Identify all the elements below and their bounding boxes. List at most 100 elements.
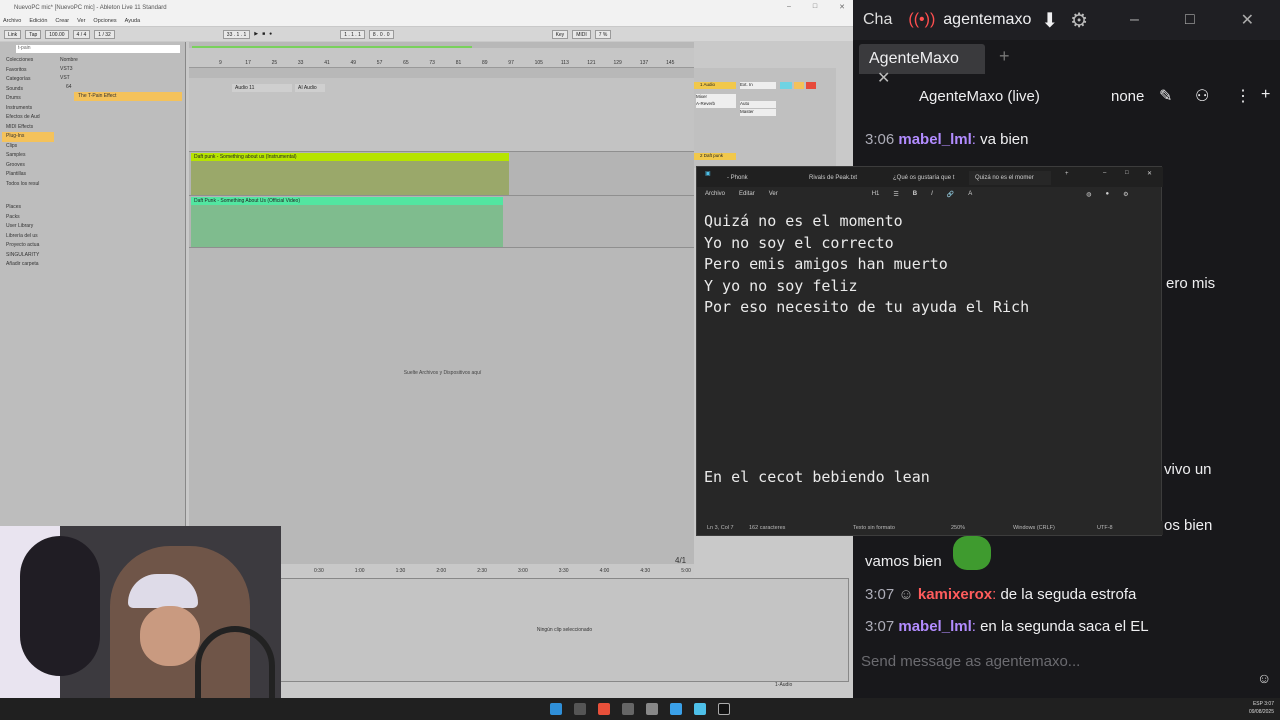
list-icon[interactable]: ☰ (893, 191, 898, 198)
track-header-1-audio[interactable]: 1 Audio (694, 82, 736, 89)
browser-item[interactable]: Librería del us (2, 232, 54, 242)
brave-icon[interactable] (598, 703, 610, 715)
minimize-icon[interactable]: – (787, 3, 791, 11)
gear-icon[interactable]: ⚙ (1070, 8, 1088, 33)
encoding[interactable]: UTF-8 (1097, 525, 1113, 531)
browser-item[interactable]: Drums (2, 94, 54, 104)
menu-edicion[interactable]: Edición (29, 18, 47, 24)
key-map-button[interactable]: Key (551, 29, 569, 39)
browser-item[interactable]: User Library (2, 222, 54, 232)
browser-search-input[interactable]: t-pain (16, 45, 180, 53)
browser-item[interactable]: Proyecto actua (2, 241, 54, 251)
settings-icon[interactable]: ⚙ (1123, 191, 1128, 198)
clock-date[interactable]: 09/08/2025 (1249, 709, 1274, 715)
menu-crear[interactable]: Crear (55, 18, 69, 24)
zoom-level[interactable]: 250% (951, 525, 965, 531)
minimize-icon[interactable]: – (1130, 11, 1139, 29)
browser-item[interactable]: Favoritos (2, 66, 54, 76)
msg-user[interactable]: kamixerox (918, 586, 992, 603)
browser-item[interactable]: Samples (2, 151, 54, 161)
maximize-icon[interactable]: □ (813, 3, 817, 11)
tempo-field[interactable]: 100.00 (45, 29, 69, 39)
record-icon[interactable]: ● (269, 31, 272, 37)
tab-que-os[interactable]: ¿Qué os gustaría que t (887, 171, 967, 185)
tab-phonk[interactable]: - Phonk (721, 171, 801, 185)
maximize-icon[interactable]: □ (1185, 11, 1195, 29)
browser-item[interactable]: SINGULARITY (2, 251, 54, 261)
notepad-icon[interactable] (694, 703, 706, 715)
notepad-editor[interactable]: Quizá no es el momento Yo no soy el corre… (704, 211, 1154, 319)
copilot-icon[interactable]: ◍ (1086, 191, 1091, 198)
browser-item[interactable]: Añadir carpeta (2, 260, 54, 270)
clip-daft-instrumental[interactable]: Daft punk - Something about us (Instrume… (191, 153, 509, 161)
edge-icon[interactable] (670, 703, 682, 715)
tab-quiza[interactable]: Quizá no es el momer (969, 171, 1051, 185)
monitor-auto[interactable]: Auto (740, 101, 776, 108)
tab-agentemaxo[interactable]: AgenteMaxo ✕ (859, 44, 985, 87)
heading-select[interactable]: H1 (872, 191, 880, 197)
search-icon[interactable] (574, 703, 586, 715)
fx-select[interactable]: A-Reverb (696, 101, 736, 108)
play-icon[interactable]: ▶ (254, 31, 258, 37)
browser-item[interactable]: Clips (2, 142, 54, 152)
add-tab-icon[interactable]: + (1065, 171, 1069, 177)
msg-user[interactable]: mabel_lml (898, 131, 971, 148)
browser-item[interactable]: Todos los resul (2, 180, 54, 190)
browser-item[interactable]: Sounds (2, 85, 54, 95)
arrangement-ruler[interactable]: 9 17 25 33 41 49 57 65 73 81 89 97 105 113 121 129 137 14… (189, 48, 694, 68)
mute-button[interactable] (780, 82, 792, 89)
browser-item-plugins[interactable]: Plug-Ins (2, 132, 54, 142)
chat-mode[interactable]: none (1111, 88, 1144, 105)
bold-icon[interactable]: B (913, 191, 917, 197)
browser-item[interactable]: Instruments (2, 104, 54, 114)
add-icon[interactable]: + (1261, 86, 1270, 104)
time-signature[interactable]: 4 / 4 (72, 29, 91, 39)
menu-ver[interactable]: Ver (77, 18, 85, 24)
midi-map-button[interactable]: MIDI (572, 29, 591, 39)
clear-format-icon[interactable]: A (968, 191, 972, 197)
tab-rivals[interactable]: Rivals de Peak.txt (803, 171, 883, 185)
quantize-menu[interactable]: 1 / 32 (94, 29, 115, 39)
menu-opciones[interactable]: Opciones (93, 18, 116, 24)
browser-item[interactable]: Plantillas (2, 170, 54, 180)
browser-item[interactable]: MIDI Effects (2, 123, 54, 133)
pencil-icon[interactable]: ✎ (1159, 86, 1172, 106)
menu-editar[interactable]: Editar (739, 191, 755, 197)
maximize-icon[interactable]: □ (1125, 170, 1129, 176)
clip-ai-audio[interactable]: AI Audio (295, 84, 325, 92)
loop-start[interactable]: 1 . 1 . 1 (340, 29, 365, 39)
list-item-tpain[interactable]: The T-Pain Effect (74, 92, 182, 101)
loop-length[interactable]: 8 . 0 . 0 (368, 29, 394, 39)
app-icon[interactable] (622, 703, 634, 715)
close-icon[interactable]: ✕ (839, 3, 845, 11)
arm-button[interactable] (806, 82, 816, 89)
close-icon[interactable]: ✕ (1147, 170, 1152, 177)
settings-icon[interactable] (646, 703, 658, 715)
link-icon[interactable]: 🔗 (947, 191, 954, 198)
clip-audio-11[interactable]: Audio 11 (232, 84, 292, 92)
italic-icon[interactable]: I (931, 191, 933, 197)
link-button[interactable]: Link (4, 29, 22, 39)
msg-user[interactable]: mabel_lml (898, 618, 971, 635)
browser-item[interactable]: Packs (2, 213, 54, 223)
more-icon[interactable]: ⋮ (1235, 86, 1251, 106)
menu-ver[interactable]: Ver (769, 191, 778, 197)
track-header-2-daft[interactable]: 2 Daft punk (694, 153, 736, 160)
language[interactable]: ESP (1253, 701, 1263, 707)
solo-button[interactable] (794, 82, 804, 89)
users-icon[interactable]: ⚇ (1195, 86, 1209, 106)
tap-button[interactable]: Tap (25, 29, 42, 39)
chat-message-input[interactable]: Send message as agentemaxo... (853, 646, 1280, 676)
menu-archivo[interactable]: Archivo (705, 191, 725, 197)
output-select[interactable]: Master (740, 109, 776, 116)
menu-archivo[interactable]: Archivo (3, 18, 21, 24)
browser-item[interactable]: Grooves (2, 161, 54, 171)
mixer-toggle[interactable]: Mixer (696, 94, 736, 101)
windows-start-icon[interactable] (550, 703, 562, 715)
download-icon[interactable]: ⬇ (1041, 8, 1058, 33)
menu-ayuda[interactable]: Ayuda (125, 18, 141, 24)
add-tab-icon[interactable]: + (999, 46, 1010, 67)
clip-daft-video[interactable]: Daft Punk - Something About Us (Official… (191, 197, 503, 205)
stop-icon[interactable]: ■ (262, 31, 265, 37)
list-item[interactable]: VST3 (56, 65, 182, 74)
